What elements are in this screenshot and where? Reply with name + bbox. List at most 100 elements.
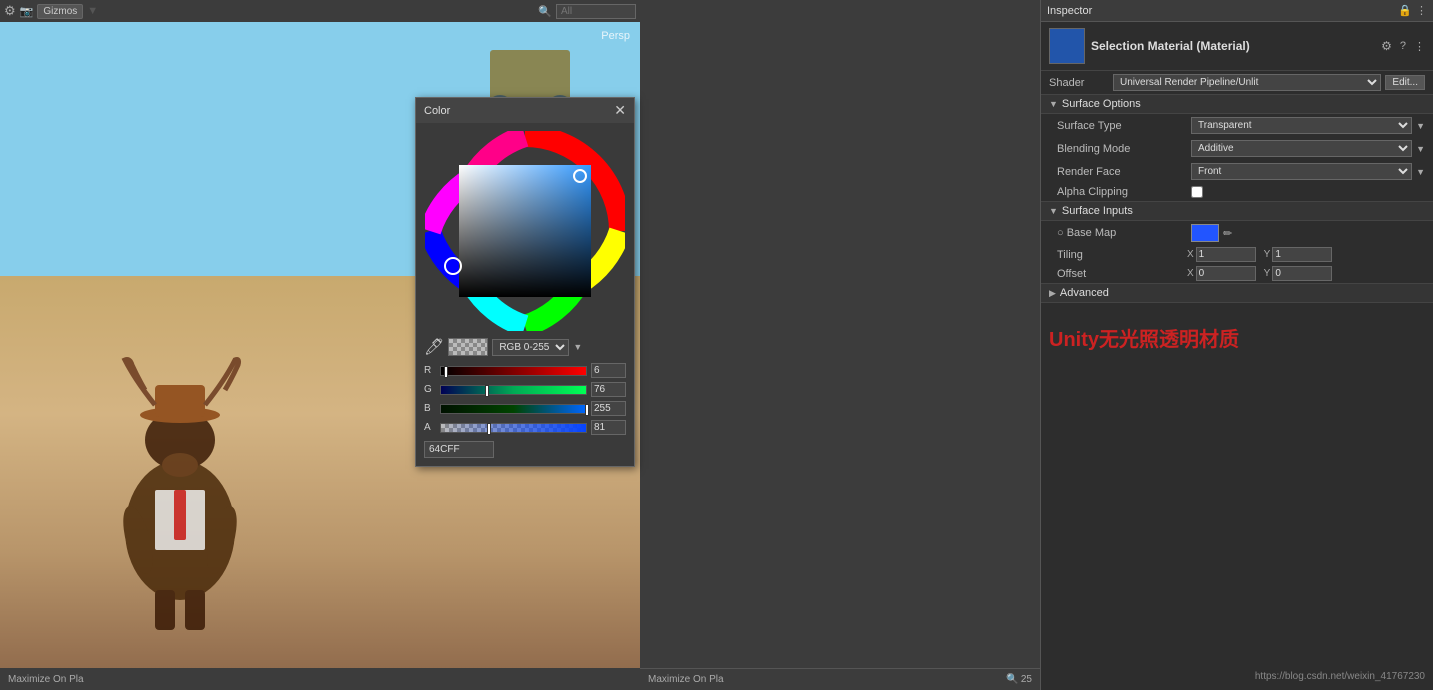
right-tiling-y-input[interactable] xyxy=(1272,247,1332,262)
right-alpha-clipping-checkbox[interactable] xyxy=(1191,186,1203,198)
g-slider[interactable] xyxy=(440,385,587,395)
format-select[interactable]: RGB 0-255 xyxy=(492,339,569,356)
b-channel-row: B xyxy=(424,399,626,418)
right-offset-label: Offset xyxy=(1057,268,1187,280)
right-base-map-edit-icon[interactable]: ✏ xyxy=(1223,227,1232,240)
right-surface-type-dropdown-icon: ▼ xyxy=(1416,121,1425,131)
a-label: A xyxy=(424,422,436,433)
right-blending-mode-select[interactable]: Additive xyxy=(1191,140,1412,157)
right-inspector-menu-icon[interactable]: ⋮ xyxy=(1416,4,1427,17)
eyedropper-button[interactable]: 🖊 xyxy=(424,337,444,357)
right-surface-inputs-header[interactable]: ▼ Surface Inputs xyxy=(1041,201,1433,221)
scene-toolbar: ⚙ 📷 Gizmos ▼ 🔍 xyxy=(0,0,640,22)
right-tiling-x-pair: X xyxy=(1187,247,1256,262)
persp-label: Persp xyxy=(601,30,630,42)
right-shader-select[interactable]: Universal Render Pipeline/Unlit xyxy=(1113,74,1381,91)
b-slider[interactable] xyxy=(440,404,587,414)
r-label: R xyxy=(424,365,436,376)
right-alpha-clipping-label: Alpha Clipping xyxy=(1057,186,1187,198)
a-channel-row: A xyxy=(424,418,626,437)
right-alpha-clipping-row: Alpha Clipping xyxy=(1041,183,1433,201)
right-inspector-panel: Inspector 🔒 ⋮ Selection Material (Materi… xyxy=(1040,0,1433,690)
right-advanced-header[interactable]: ▶ Advanced xyxy=(1041,283,1433,303)
right-material-icon xyxy=(1049,28,1085,64)
scene-camera-icon[interactable]: 📷 xyxy=(20,5,34,18)
bottom-status-bar: Maximize On Pla 🔍 25 xyxy=(640,668,1040,690)
bottom-maximize-label: Maximize On Pla xyxy=(648,674,724,685)
right-tiling-y-pair: Y xyxy=(1264,247,1333,262)
right-material-name: Selection Material (Material) xyxy=(1091,39,1250,53)
a-slider[interactable] xyxy=(440,423,587,433)
g-input[interactable] xyxy=(591,382,626,397)
right-advanced-arrow: ▶ xyxy=(1049,288,1056,299)
right-blending-mode-label: Blending Mode xyxy=(1057,143,1187,155)
right-surface-options-arrow: ▼ xyxy=(1049,99,1058,109)
right-base-map-color-swatch[interactable] xyxy=(1191,224,1219,242)
right-render-face-select[interactable]: Front xyxy=(1191,163,1412,180)
right-offset-x-pair: X xyxy=(1187,266,1256,281)
right-inspector-header: Inspector 🔒 ⋮ xyxy=(1041,0,1433,22)
right-base-map-label: ○ Base Map xyxy=(1057,227,1187,239)
zoom-value: 25 xyxy=(1021,674,1032,685)
right-offset-y-label: Y xyxy=(1264,268,1271,279)
right-offset-x-label: X xyxy=(1187,268,1194,279)
right-surface-type-row: Surface Type Transparent ▼ xyxy=(1041,114,1433,137)
right-surface-inputs-arrow: ▼ xyxy=(1049,206,1058,216)
right-edit-button[interactable]: Edit... xyxy=(1385,75,1425,90)
right-offset-y-pair: Y xyxy=(1264,266,1333,281)
right-surface-inputs-title: Surface Inputs xyxy=(1062,205,1133,217)
a-input[interactable] xyxy=(591,420,626,435)
right-settings-icon[interactable]: ⚙ xyxy=(1381,39,1392,53)
right-surface-type-select[interactable]: Transparent xyxy=(1191,117,1412,134)
color-wheel-svg[interactable] xyxy=(425,131,625,331)
scene-bottom-bar: Maximize On Pla xyxy=(0,668,640,690)
right-tiling-label: Tiling xyxy=(1057,249,1187,261)
b-label: B xyxy=(424,403,436,414)
right-offset-x-input[interactable] xyxy=(1196,266,1256,281)
color-picker-popup: Color ✕ xyxy=(415,97,635,467)
right-render-face-label: Render Face xyxy=(1057,166,1187,178)
right-render-face-row: Render Face Front ▼ xyxy=(1041,160,1433,183)
watermark-url: https://blog.csdn.net/weixin_41767230 xyxy=(1255,671,1425,682)
watermark-text: Unity无光照透明材质 xyxy=(1041,303,1433,372)
right-surface-options-title: Surface Options xyxy=(1062,98,1141,110)
r-slider[interactable] xyxy=(440,366,587,376)
right-surface-options-header[interactable]: ▼ Surface Options xyxy=(1041,94,1433,114)
right-offset-fields: X Y xyxy=(1187,266,1425,281)
color-wheel-area[interactable] xyxy=(425,131,625,331)
gizmos-button[interactable]: Gizmos xyxy=(37,4,83,19)
color-picker-close-button[interactable]: ✕ xyxy=(614,102,626,119)
maximize-label: Maximize On Pla xyxy=(8,674,84,685)
right-offset-y-input[interactable] xyxy=(1272,266,1332,281)
right-inspector-title: Inspector xyxy=(1047,5,1092,17)
b-input[interactable] xyxy=(591,401,626,416)
right-render-face-dropdown-icon: ▼ xyxy=(1416,167,1425,177)
right-help-icon[interactable]: ? xyxy=(1400,40,1406,52)
right-offset-row: Offset X Y xyxy=(1041,264,1433,283)
right-tiling-x-input[interactable] xyxy=(1196,247,1256,262)
right-shader-label: Shader xyxy=(1049,77,1109,89)
r-input[interactable] xyxy=(591,363,626,378)
right-more-icon[interactable]: ⋮ xyxy=(1414,40,1425,53)
right-blending-mode-dropdown-icon: ▼ xyxy=(1416,144,1425,154)
right-surface-type-label: Surface Type xyxy=(1057,120,1187,132)
scene-settings-icon[interactable]: ⚙ xyxy=(4,3,16,19)
alpha-preview xyxy=(448,338,488,356)
hex-input[interactable] xyxy=(424,441,494,458)
color-picker-title: Color xyxy=(424,105,450,117)
r-channel-row: R xyxy=(424,361,626,380)
scene-search-input[interactable] xyxy=(556,4,636,19)
right-inspector-lock-icon[interactable]: 🔒 xyxy=(1398,4,1412,17)
color-picker-body: 🖊 RGB 0-255 ▼ R G xyxy=(416,123,634,466)
right-shader-row: Shader Universal Render Pipeline/Unlit E… xyxy=(1041,71,1433,94)
right-tiling-x-label: X xyxy=(1187,249,1194,260)
right-tiling-fields: X Y xyxy=(1187,247,1425,262)
color-picker-header: Color ✕ xyxy=(416,98,634,123)
right-tiling-row: Tiling X Y xyxy=(1041,245,1433,264)
right-advanced-title: Advanced xyxy=(1060,287,1109,299)
g-label: G xyxy=(424,384,436,395)
hex-row xyxy=(424,441,626,458)
color-controls-row: 🖊 RGB 0-255 ▼ xyxy=(424,337,626,357)
g-channel-row: G xyxy=(424,380,626,399)
right-base-map-row: ○ Base Map ✏ xyxy=(1041,221,1433,245)
